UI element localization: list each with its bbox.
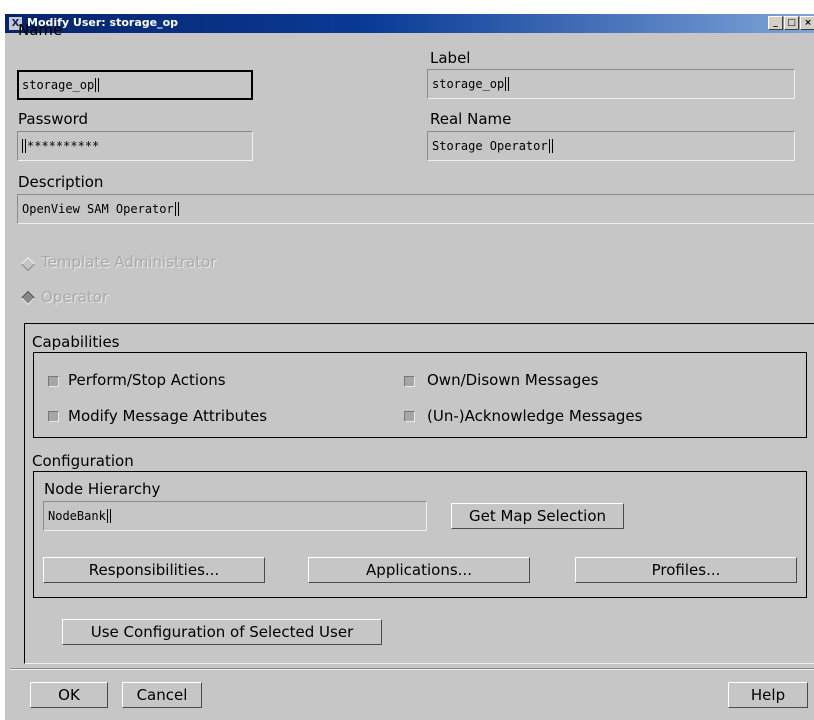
realname-label: Real Name	[430, 110, 512, 128]
responsibilities-button[interactable]: Responsibilities...	[43, 557, 265, 583]
title-bar[interactable]: X Modify User: storage_op _ □ ×	[5, 14, 814, 33]
node-hierarchy-field[interactable]: NodeBank	[43, 501, 427, 531]
label-label: Label	[430, 49, 471, 67]
description-label: Description	[18, 173, 104, 191]
ok-button[interactable]: OK	[30, 682, 108, 708]
capabilities-group	[33, 352, 807, 438]
template-admin-label: Template Administrator	[41, 253, 217, 271]
realname-field[interactable]: Storage Operator	[427, 131, 795, 161]
capabilities-title: Capabilities	[32, 333, 120, 351]
name-label: Name	[18, 21, 63, 39]
modify-attributes-checkbox[interactable]	[48, 411, 59, 422]
profiles-button[interactable]: Profiles...	[575, 557, 797, 583]
password-label: Password	[18, 110, 89, 128]
minimize-button[interactable]: _	[768, 16, 783, 30]
realname-value: Storage Operator	[432, 139, 548, 153]
own-disown-checkbox[interactable]	[404, 376, 415, 387]
get-map-selection-button[interactable]: Get Map Selection	[451, 503, 624, 529]
close-button[interactable]: ×	[800, 16, 814, 30]
cancel-button[interactable]: Cancel	[122, 682, 202, 708]
help-button[interactable]: Help	[728, 682, 808, 708]
text-caret	[106, 509, 111, 523]
modify-attributes-label: Modify Message Attributes	[68, 407, 268, 425]
text-caret	[174, 202, 179, 216]
name-field[interactable]: storage_op	[17, 70, 253, 100]
label-value: storage_op	[432, 77, 505, 91]
node-hierarchy-value: NodeBank	[48, 509, 106, 523]
password-field[interactable]: **********	[17, 131, 253, 161]
acknowledge-label: (Un-)Acknowledge Messages	[427, 407, 643, 425]
text-caret	[505, 77, 510, 91]
footer-separator	[10, 668, 814, 670]
operator-label: Operator	[41, 288, 109, 306]
password-value: **********	[27, 139, 100, 153]
acknowledge-checkbox[interactable]	[404, 411, 415, 422]
own-disown-label: Own/Disown Messages	[427, 371, 599, 389]
perform-stop-label: Perform/Stop Actions	[68, 371, 226, 389]
applications-button[interactable]: Applications...	[308, 557, 530, 583]
label-field[interactable]: storage_op	[427, 69, 795, 99]
text-caret	[548, 139, 553, 153]
maximize-button[interactable]: □	[784, 16, 799, 30]
configuration-title: Configuration	[32, 452, 134, 470]
description-value: OpenView SAM Operator	[22, 202, 174, 216]
use-configuration-button[interactable]: Use Configuration of Selected User	[62, 619, 382, 645]
description-field[interactable]: OpenView SAM Operator	[17, 194, 814, 224]
perform-stop-checkbox[interactable]	[48, 376, 59, 387]
text-caret	[22, 139, 26, 153]
name-value: storage_op	[22, 78, 95, 92]
node-hierarchy-label: Node Hierarchy	[44, 480, 161, 498]
text-caret	[95, 78, 100, 92]
